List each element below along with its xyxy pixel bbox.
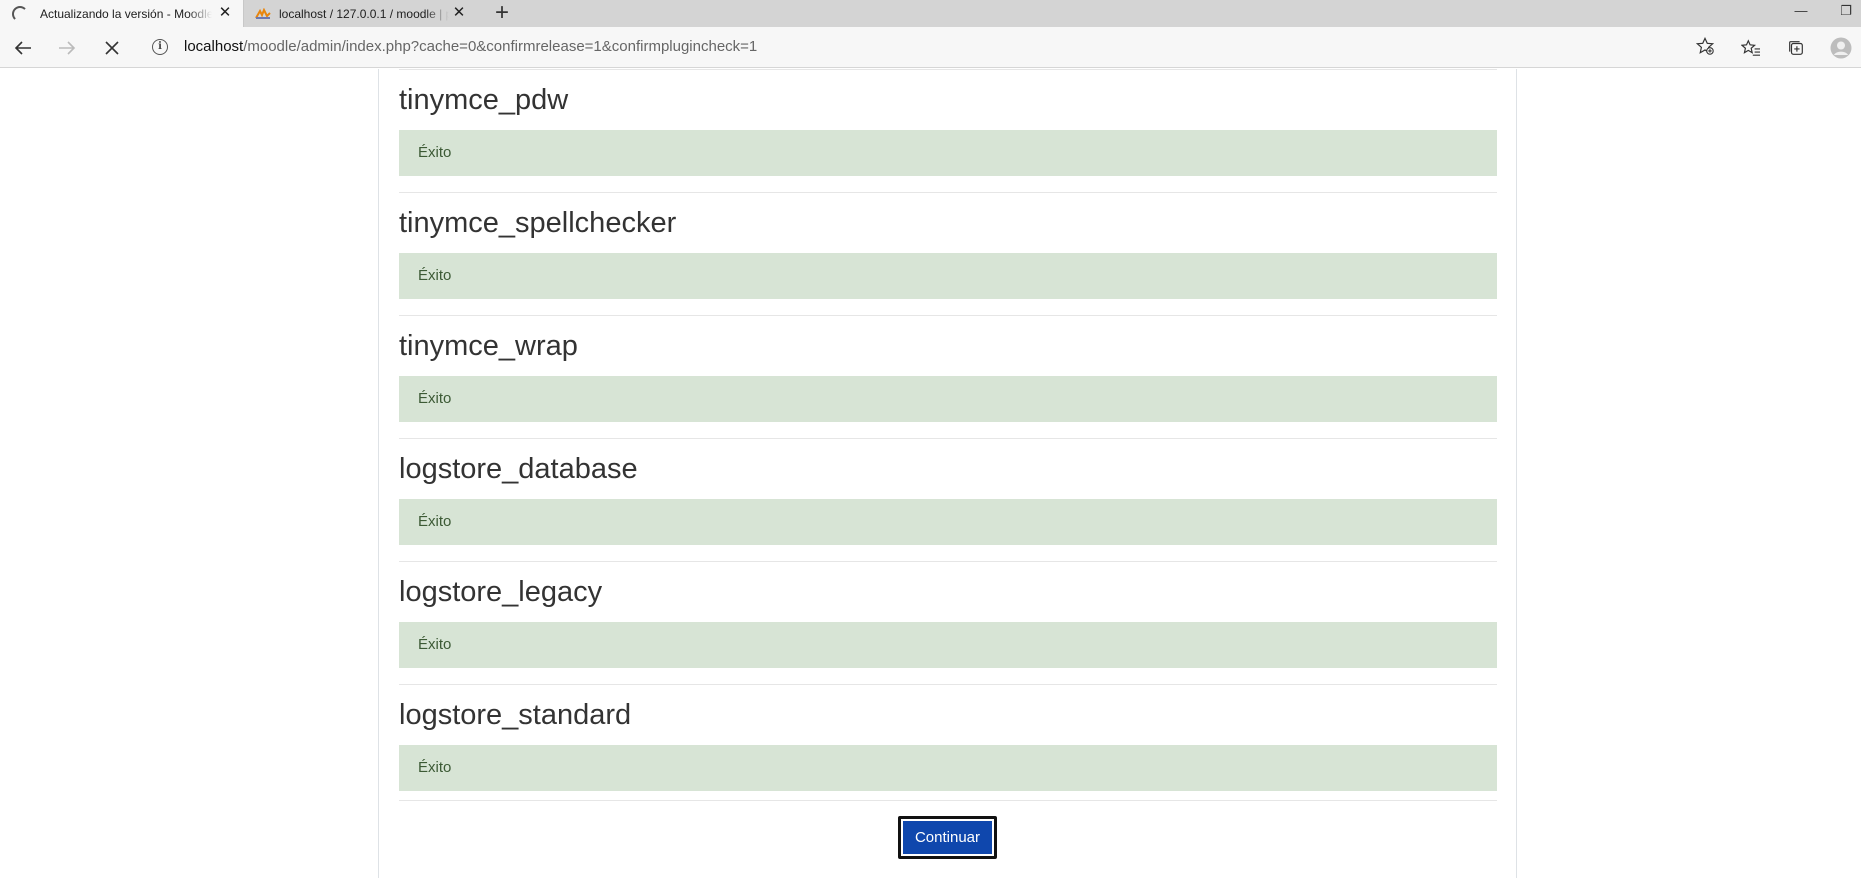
url-text[interactable]: localhost/moodle/admin/index.php?cache=0… [184,38,757,55]
profile-avatar-icon[interactable] [1828,35,1854,61]
forward-button[interactable] [52,34,82,62]
plugin-result: tinymce_pdw Éxito [399,69,1497,192]
divider [399,800,1497,801]
site-info-icon[interactable]: i [152,39,168,55]
continue-button[interactable]: Continuar [903,821,992,854]
plugin-name: logstore_database [399,453,638,485]
url-host: localhost [184,38,244,55]
collections-icon[interactable] [1783,35,1809,61]
success-notification: Éxito [399,745,1497,791]
url-path: /moodle/admin/index.php?cache=0&confirmr… [243,38,758,55]
loading-spinner-icon [12,5,28,22]
forward-arrow-icon [59,41,76,55]
plugin-result: tinymce_spellchecker Éxito [399,192,1497,315]
plugin-name: logstore_legacy [399,576,603,608]
success-notification: Éxito [399,376,1497,422]
plugin-name: logstore_standard [399,699,632,731]
tab-title: localhost / 127.0.0.1 / moodle | phpMyAd… [279,6,449,21]
phpmyadmin-favicon-icon [255,7,271,20]
close-tab-icon[interactable]: ✕ [451,5,467,21]
favorites-icon[interactable] [1738,35,1764,61]
new-tab-icon[interactable]: + [490,1,514,25]
address-bar[interactable]: i localhost/moodle/admin/index.php?cache… [140,32,1720,62]
tab-strip: Actualizando la versión - Moodle ✕ local… [0,0,1861,27]
browser-toolbar: i localhost/moodle/admin/index.php?cache… [0,27,1861,68]
back-arrow-icon [14,41,31,55]
back-button[interactable] [8,34,38,62]
plugin-name: tinymce_wrap [399,330,578,362]
plugin-name: tinymce_pdw [399,84,569,116]
success-notification: Éxito [399,622,1497,668]
plugin-result: logstore_legacy Éxito [399,561,1497,684]
tab-moodle-upgrade[interactable]: Actualizando la versión - Moodle ✕ [0,0,244,27]
plugin-result: tinymce_wrap Éxito [399,315,1497,438]
tab-title: Actualizando la versión - Moodle [40,6,212,21]
restore-window-icon[interactable]: ❐ [1831,0,1861,24]
plugin-result: logstore_standard Éxito [399,684,1497,800]
stop-loading-button[interactable] [97,34,127,62]
stop-x-icon [105,41,119,55]
plugin-result: logstore_database Éxito [399,438,1497,561]
add-favorite-star-icon[interactable] [1692,33,1718,59]
plugin-name: tinymce_spellchecker [399,207,677,239]
page-viewport: tinymce_pdw Éxito tinymce_spellchecker É… [0,69,1861,878]
continue-button-focus-ring: Continuar [898,816,997,859]
success-notification: Éxito [399,130,1497,176]
success-notification: Éxito [399,253,1497,299]
success-notification: Éxito [399,499,1497,545]
tab-phpmyadmin[interactable]: localhost / 127.0.0.1 / moodle | phpMyAd… [245,0,477,27]
upgrade-results-panel: tinymce_pdw Éxito tinymce_spellchecker É… [378,69,1517,878]
close-tab-icon[interactable]: ✕ [217,5,233,21]
minimize-window-icon[interactable]: — [1786,0,1816,24]
